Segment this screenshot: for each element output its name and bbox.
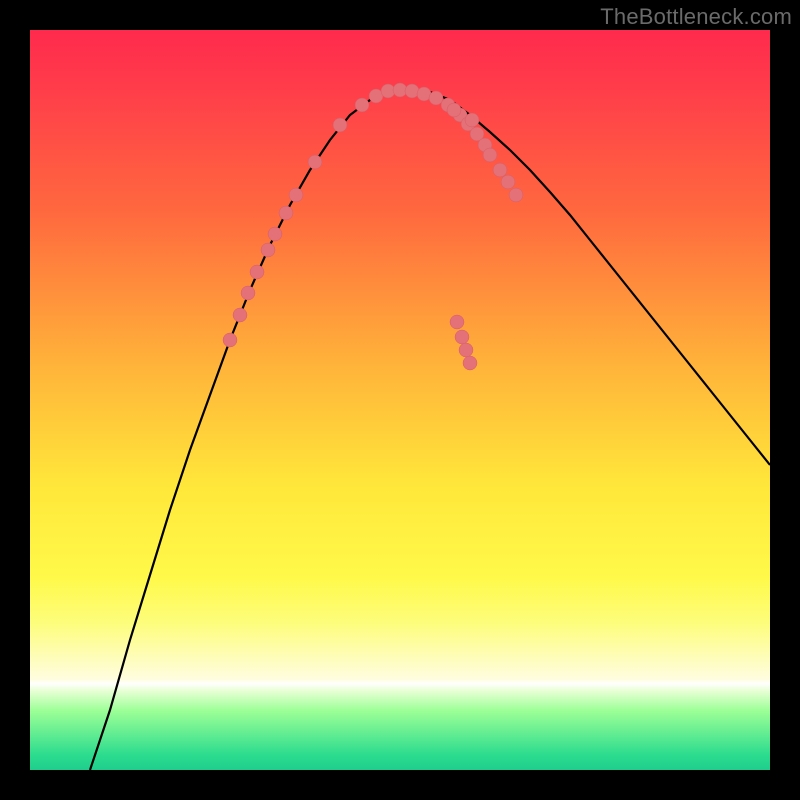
data-point: [450, 315, 464, 329]
data-point: [333, 118, 347, 132]
data-point: [455, 330, 469, 344]
data-point: [241, 286, 255, 300]
chart-frame: TheBottleneck.com: [0, 0, 800, 800]
plot-area: [30, 30, 770, 770]
bottleneck-curve: [90, 90, 770, 770]
data-point: [261, 243, 275, 257]
data-point: [308, 155, 322, 169]
data-point: [223, 333, 237, 347]
data-point: [459, 343, 473, 357]
marker-group: [223, 83, 523, 370]
data-point: [493, 163, 507, 177]
data-point: [501, 175, 515, 189]
data-point: [405, 84, 419, 98]
data-point: [355, 98, 369, 112]
data-point: [289, 188, 303, 202]
data-point: [279, 206, 293, 220]
data-point: [429, 91, 443, 105]
curve-layer: [30, 30, 770, 770]
data-point: [233, 308, 247, 322]
data-point: [509, 188, 523, 202]
data-point: [447, 103, 461, 117]
data-point: [483, 148, 497, 162]
data-point: [463, 356, 477, 370]
watermark-text: TheBottleneck.com: [600, 4, 792, 30]
data-point: [465, 113, 479, 127]
data-point: [250, 265, 264, 279]
data-point: [268, 227, 282, 241]
